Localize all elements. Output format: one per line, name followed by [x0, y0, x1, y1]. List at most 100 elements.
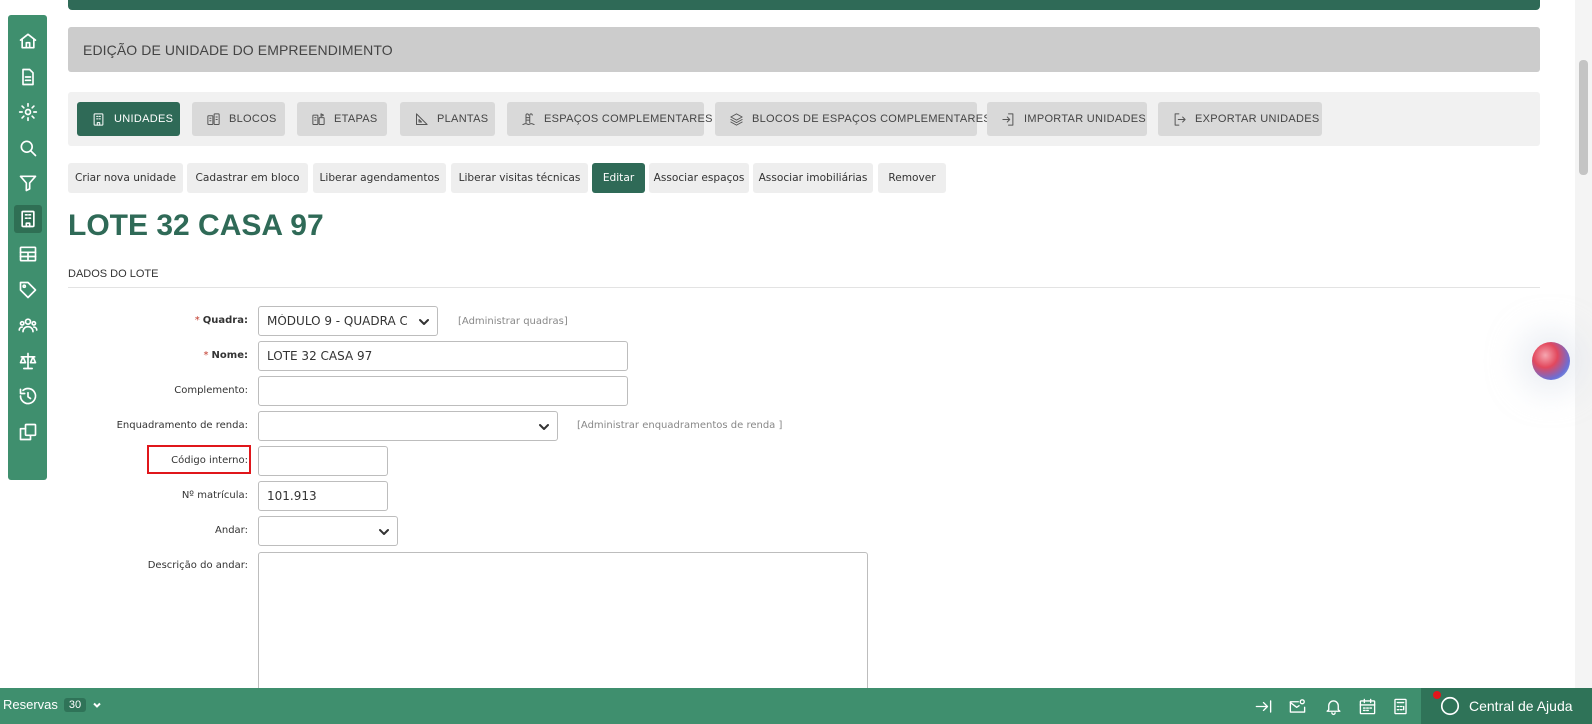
calculator-button[interactable] — [1389, 695, 1411, 717]
associate-spaces-button[interactable]: Associar espaços — [649, 163, 749, 193]
page-scrollbar[interactable] — [1575, 0, 1592, 688]
section-divider — [68, 287, 1540, 288]
tab-label: BLOCOS — [229, 113, 277, 125]
pool-icon — [521, 111, 536, 127]
quadra-value: MÓDULO 9 - QUADRA C — [267, 314, 407, 328]
register-block-button[interactable]: Cadastrar em bloco — [187, 163, 308, 193]
section-label: DADOS DO LOTE — [68, 268, 159, 280]
help-center-label: Central de Ajuda — [1469, 698, 1573, 714]
complemento-input[interactable] — [258, 376, 628, 406]
tab-label: UNIDADES — [114, 113, 174, 125]
ruler-icon — [414, 111, 429, 127]
sidebar-item-filter[interactable] — [14, 169, 42, 197]
tab-plantas[interactable]: PLANTAS — [400, 102, 495, 136]
tab-label: IMPORTAR UNIDADES — [1024, 113, 1147, 125]
quadra-label-text: Quadra: — [202, 315, 248, 326]
unit-title: LOTE 32 CASA 97 — [68, 209, 324, 242]
sidebar-item-copy[interactable] — [14, 418, 42, 446]
andar-select[interactable] — [258, 516, 398, 546]
chevron-down-icon — [419, 316, 429, 326]
enquadramento-label: Enquadramento de renda: — [116, 420, 248, 431]
calculator-icon — [1393, 698, 1407, 714]
codigo-interno-label: Código interno: — [171, 455, 248, 466]
assistant-orb-button[interactable] — [1532, 342, 1570, 380]
building-icon — [91, 111, 106, 127]
nome-label: * Nome: — [204, 350, 248, 361]
document-icon — [21, 68, 34, 85]
bell-icon — [1325, 699, 1341, 715]
quadra-select[interactable]: MÓDULO 9 - QUADRA C — [258, 306, 438, 336]
scrollbar-thumb[interactable] — [1579, 60, 1588, 175]
tab-importar-unidades[interactable]: IMPORTAR UNIDADES — [987, 102, 1147, 136]
complemento-label: Complemento: — [174, 385, 248, 396]
codigo-interno-input[interactable] — [258, 446, 388, 476]
tab-unidades[interactable]: UNIDADES — [77, 102, 180, 136]
notifications-button[interactable] — [1322, 695, 1344, 717]
copy-icon — [19, 423, 36, 440]
sidebar-item-search[interactable] — [14, 134, 42, 162]
chevron-down-icon — [539, 421, 549, 431]
arrow-right-to-line-icon — [1255, 699, 1271, 713]
stages-icon — [311, 111, 326, 127]
calendar-icon — [1359, 698, 1375, 714]
users-icon — [17, 318, 38, 333]
sidebar-item-buildings[interactable] — [13, 204, 42, 233]
collapse-panel-button[interactable] — [1252, 695, 1274, 717]
notification-dot — [1433, 691, 1441, 699]
blocks-icon — [206, 111, 221, 127]
associate-real-estate-button[interactable]: Associar imobiliárias — [753, 163, 873, 193]
tab-espacos-complementares[interactable]: ESPAÇOS COMPLEMENTARES — [507, 102, 712, 136]
reservas-count-badge: 30 — [63, 697, 87, 712]
chevron-down-icon — [379, 526, 389, 536]
layers-icon — [729, 111, 744, 127]
tab-label: ESPAÇOS COMPLEMENTARES — [544, 113, 713, 125]
left-sidebar — [8, 15, 47, 480]
release-schedules-button[interactable]: Liberar agendamentos — [313, 163, 446, 193]
edit-button[interactable]: Editar — [592, 163, 645, 193]
chat-help-icon — [1433, 691, 1461, 717]
sidebar-item-settings[interactable] — [14, 98, 42, 126]
quadra-label: * Quadra: — [195, 315, 248, 326]
reservas-menu[interactable]: Reservas 30 — [3, 697, 102, 712]
table-icon — [19, 246, 36, 262]
page-header: EDIÇÃO DE UNIDADE DO EMPREENDIMENTO — [68, 27, 1540, 72]
create-unit-button[interactable]: Criar nova unidade — [68, 163, 183, 193]
enquadramento-select[interactable] — [258, 411, 558, 441]
help-center-button[interactable]: Central de Ajuda — [1421, 688, 1592, 724]
release-technical-visits-button[interactable]: Liberar visitas técnicas — [451, 163, 588, 193]
tab-blocos-espacos-complementares[interactable]: BLOCOS DE ESPAÇOS COMPLEMENTARES — [715, 102, 991, 136]
tab-blocos[interactable]: BLOCOS — [192, 102, 285, 136]
remove-button[interactable]: Remover — [878, 163, 946, 193]
matricula-label: Nº matrícula: — [181, 490, 248, 501]
bottom-bar: Reservas 30 — [0, 688, 1592, 724]
building-icon — [20, 210, 35, 227]
mail-gear-icon — [1289, 698, 1305, 713]
tab-exportar-unidades[interactable]: EXPORTAR UNIDADES — [1158, 102, 1322, 136]
administrar-enquadramentos-link[interactable]: [Administrar enquadramentos de renda ] — [577, 420, 782, 431]
sidebar-item-users[interactable] — [14, 311, 42, 339]
matricula-input[interactable]: 101.913 — [258, 481, 388, 511]
top-strip — [68, 0, 1540, 10]
nome-label-text: Nome: — [211, 350, 248, 361]
andar-label: Andar: — [215, 525, 248, 536]
sidebar-item-tags[interactable] — [14, 276, 42, 304]
calendar-button[interactable] — [1356, 695, 1378, 717]
gear-icon — [18, 102, 37, 122]
sidebar-item-table[interactable] — [14, 240, 42, 268]
descricao-andar-textarea[interactable] — [258, 552, 868, 702]
mail-settings-button[interactable] — [1286, 695, 1308, 717]
sidebar-item-legal[interactable] — [14, 347, 42, 375]
nome-input[interactable]: LOTE 32 CASA 97 — [258, 341, 628, 371]
reservas-label: Reservas — [3, 697, 58, 712]
tab-etapas[interactable]: ETAPAS — [297, 102, 387, 136]
sidebar-item-history[interactable] — [14, 382, 42, 410]
home-icon — [19, 33, 36, 49]
filter-icon — [19, 175, 36, 192]
export-icon — [1172, 111, 1187, 127]
sidebar-item-documents[interactable] — [14, 63, 42, 91]
administrar-quadras-link[interactable]: [Administrar quadras] — [458, 316, 568, 327]
descricao-andar-label: Descrição do andar: — [147, 560, 248, 571]
sidebar-item-home[interactable] — [14, 27, 42, 55]
app-root: EDIÇÃO DE UNIDADE DO EMPREENDIMENTO UNID… — [0, 0, 1592, 724]
chevron-down-icon — [93, 702, 101, 708]
